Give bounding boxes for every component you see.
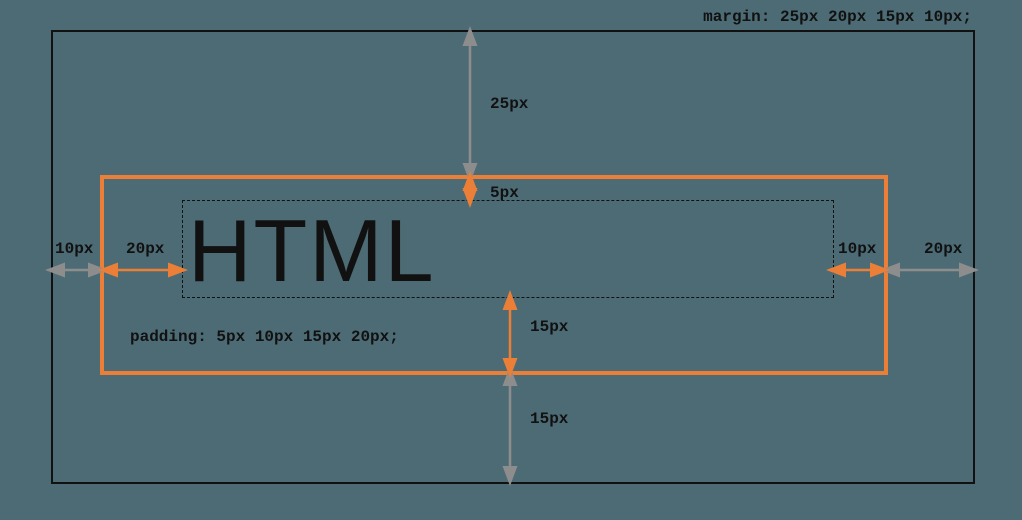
arrows-layer [0,0,1022,520]
